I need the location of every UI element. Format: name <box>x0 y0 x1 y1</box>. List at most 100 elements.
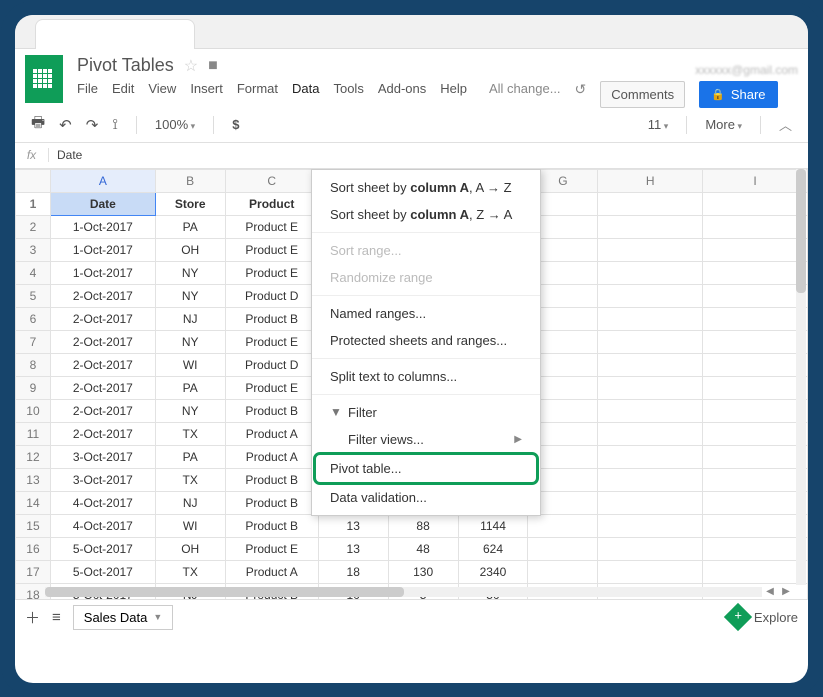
col-header-H[interactable]: H <box>598 169 703 192</box>
vertical-scrollbar[interactable] <box>794 169 808 585</box>
col-header-B[interactable]: B <box>155 169 225 192</box>
menu-view[interactable]: View <box>148 81 176 108</box>
cell[interactable]: PA <box>155 376 225 399</box>
menu-sort-za[interactable]: Sort sheet by column A, Z → A <box>312 201 540 228</box>
cell[interactable]: NY <box>155 284 225 307</box>
cell[interactable]: Product E <box>225 261 318 284</box>
menu-tools[interactable]: Tools <box>333 81 363 108</box>
collapse-toolbar-icon[interactable]: ︿ <box>779 115 792 134</box>
cell[interactable]: Product A <box>225 560 318 583</box>
row-header[interactable]: 6 <box>16 307 51 330</box>
cell[interactable]: Product A <box>225 445 318 468</box>
cell[interactable] <box>598 376 703 399</box>
cell[interactable] <box>703 353 808 376</box>
cell[interactable]: PA <box>155 445 225 468</box>
more-toolbar-button[interactable]: More <box>705 117 742 132</box>
row-header[interactable]: 1 <box>16 192 51 215</box>
menu-help[interactable]: Help <box>440 81 467 108</box>
cell[interactable]: 4-Oct-2017 <box>50 491 155 514</box>
cell[interactable] <box>703 376 808 399</box>
cell[interactable] <box>598 491 703 514</box>
cell[interactable] <box>703 560 808 583</box>
comments-button[interactable]: Comments <box>600 81 685 108</box>
cell[interactable]: Product B <box>225 491 318 514</box>
cell[interactable]: 2-Oct-2017 <box>50 307 155 330</box>
row-header[interactable]: 7 <box>16 330 51 353</box>
cell[interactable]: 48 <box>388 537 458 560</box>
cell[interactable]: 3-Oct-2017 <box>50 445 155 468</box>
cell[interactable]: Product <box>225 192 318 215</box>
share-button[interactable]: 🔒Share <box>699 81 777 108</box>
cell[interactable]: Date <box>50 192 155 215</box>
cell[interactable] <box>703 537 808 560</box>
row-header[interactable]: 2 <box>16 215 51 238</box>
menu-protected[interactable]: Protected sheets and ranges... <box>312 327 540 354</box>
cell[interactable] <box>703 192 808 215</box>
cell[interactable]: 13 <box>318 514 388 537</box>
row-header[interactable]: 4 <box>16 261 51 284</box>
cell[interactable]: TX <box>155 468 225 491</box>
cell[interactable]: Product E <box>225 537 318 560</box>
undo-icon[interactable]: ↶ <box>59 116 72 134</box>
horizontal-scrollbar[interactable]: ◀ ▶ <box>45 585 794 599</box>
menu-addons[interactable]: Add-ons <box>378 81 426 108</box>
cell[interactable] <box>598 353 703 376</box>
cell[interactable]: 2-Oct-2017 <box>50 330 155 353</box>
row-header[interactable]: 8 <box>16 353 51 376</box>
cell[interactable] <box>528 560 598 583</box>
menu-pivot-table[interactable]: Pivot table... <box>316 455 536 482</box>
cell[interactable]: 1-Oct-2017 <box>50 261 155 284</box>
cell[interactable]: Product A <box>225 422 318 445</box>
menu-filter[interactable]: ▼Filter <box>312 399 540 426</box>
menu-named-ranges[interactable]: Named ranges... <box>312 300 540 327</box>
formula-bar[interactable]: Date <box>49 148 82 162</box>
cell[interactable]: Product D <box>225 284 318 307</box>
cell[interactable]: 2-Oct-2017 <box>50 422 155 445</box>
row-header[interactable]: 11 <box>16 422 51 445</box>
row-header[interactable]: 10 <box>16 399 51 422</box>
cell[interactable] <box>598 537 703 560</box>
row-header[interactable]: 13 <box>16 468 51 491</box>
cell[interactable]: Product B <box>225 514 318 537</box>
cell[interactable] <box>528 537 598 560</box>
menu-insert[interactable]: Insert <box>190 81 223 108</box>
folder-icon[interactable]: ■ <box>208 57 218 75</box>
menu-format[interactable]: Format <box>237 81 278 108</box>
cell[interactable]: 18 <box>318 560 388 583</box>
row-header[interactable]: 14 <box>16 491 51 514</box>
star-icon[interactable]: ☆ <box>184 56 198 76</box>
explore-button[interactable]: Explore <box>728 607 798 627</box>
cell[interactable] <box>703 261 808 284</box>
row-header[interactable]: 17 <box>16 560 51 583</box>
cell[interactable]: NJ <box>155 491 225 514</box>
cell[interactable]: NJ <box>155 307 225 330</box>
menu-split-text[interactable]: Split text to columns... <box>312 363 540 390</box>
cell[interactable]: Product B <box>225 468 318 491</box>
cell[interactable]: 130 <box>388 560 458 583</box>
cell[interactable]: 1-Oct-2017 <box>50 215 155 238</box>
cell[interactable] <box>598 284 703 307</box>
menu-edit[interactable]: Edit <box>112 81 134 108</box>
cell[interactable]: TX <box>155 560 225 583</box>
paint-format-icon[interactable]: ⟟ <box>112 116 118 133</box>
cell[interactable] <box>703 491 808 514</box>
select-all-cell[interactable] <box>16 169 51 192</box>
cell[interactable] <box>703 514 808 537</box>
cell[interactable]: NY <box>155 330 225 353</box>
cell[interactable] <box>703 215 808 238</box>
cell[interactable]: Product E <box>225 238 318 261</box>
cell[interactable] <box>598 514 703 537</box>
cell[interactable]: 4-Oct-2017 <box>50 514 155 537</box>
menu-filter-views[interactable]: Filter views...▶ <box>312 426 540 453</box>
row-header[interactable]: 15 <box>16 514 51 537</box>
document-title[interactable]: Pivot Tables <box>77 55 174 76</box>
sheets-logo-icon[interactable] <box>25 55 63 103</box>
cell[interactable] <box>598 330 703 353</box>
cell[interactable]: 13 <box>318 537 388 560</box>
cell[interactable]: Product D <box>225 353 318 376</box>
font-size-select[interactable]: 11 <box>648 117 669 132</box>
cell[interactable]: TX <box>155 422 225 445</box>
cell[interactable] <box>703 284 808 307</box>
cell[interactable]: Product E <box>225 215 318 238</box>
cell[interactable] <box>703 422 808 445</box>
